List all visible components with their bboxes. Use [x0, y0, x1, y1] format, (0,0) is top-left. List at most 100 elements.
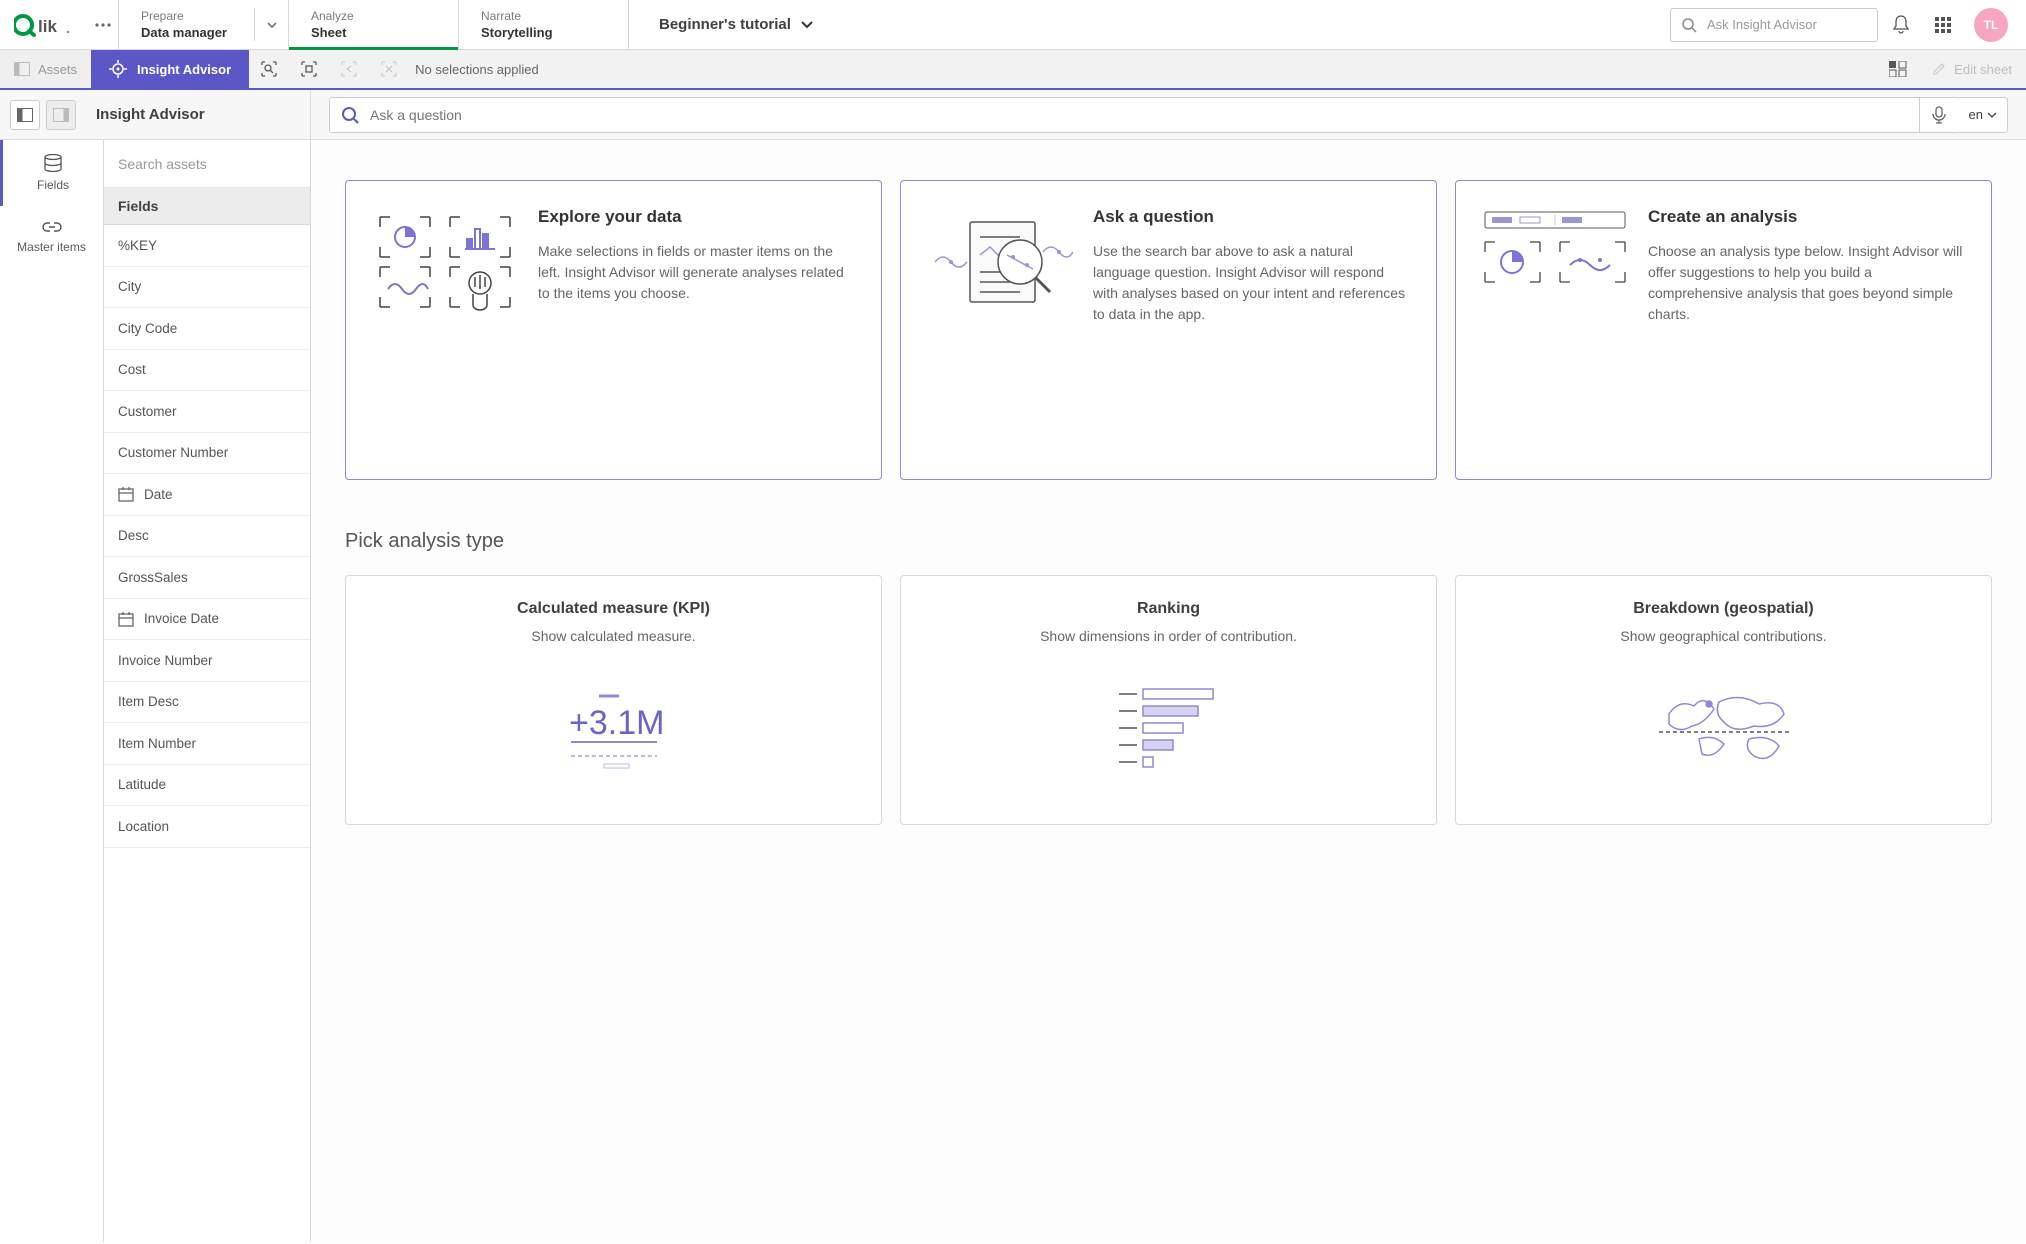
assets-panel: Search assets Fields %KEYCityCity CodeCo…: [104, 140, 311, 1242]
step-back-button: [329, 50, 369, 88]
explore-illustration: [370, 207, 520, 317]
card-title: Create an analysis: [1648, 207, 1967, 227]
intro-cards-row: Explore your data Make selections in fie…: [345, 180, 1992, 480]
asset-item[interactable]: City: [104, 267, 310, 309]
search-icon: [330, 106, 370, 124]
asset-item[interactable]: City Code: [104, 308, 310, 350]
assets-toggle[interactable]: Assets: [0, 50, 91, 88]
user-avatar[interactable]: TL: [1974, 8, 2008, 42]
topbar-search[interactable]: Ask Insight Advisor: [1670, 8, 1878, 42]
nav-tab-sub: Data manager: [141, 25, 238, 40]
asset-item-label: Cost: [118, 362, 146, 377]
asset-item-label: GrossSales: [118, 570, 188, 585]
card-body: Choose an analysis type below. Insight A…: [1648, 241, 1967, 325]
selections-tool-button[interactable]: [289, 50, 329, 88]
atype-desc: Show calculated measure.: [366, 628, 861, 644]
analysis-type-ranking[interactable]: Ranking Show dimensions in order of cont…: [900, 575, 1437, 825]
asset-item[interactable]: GrossSales: [104, 557, 310, 599]
geo-illustration: [1476, 674, 1971, 784]
more-menu-button[interactable]: [88, 0, 118, 49]
asset-item[interactable]: Customer: [104, 391, 310, 433]
asset-item-label: Invoice Number: [118, 653, 213, 668]
ask-illustration: [925, 207, 1075, 317]
asset-item-label: Item Desc: [118, 694, 179, 709]
pencil-icon: [1932, 62, 1946, 76]
top-bar: lik Prepare Data manager Analyze Sheet N…: [0, 0, 2026, 50]
sheet-navigator-button[interactable]: [1878, 50, 1918, 88]
topbar-search-placeholder: Ask Insight Advisor: [1707, 17, 1817, 32]
asset-item[interactable]: %KEY: [104, 225, 310, 267]
ia-label: Insight Advisor: [137, 62, 231, 77]
question-input[interactable]: [370, 107, 1919, 123]
card-title: Explore your data: [538, 207, 857, 227]
selection-clear-icon: [380, 60, 398, 78]
insight-advisor-title: Insight Advisor: [86, 106, 223, 123]
asset-item-label: %KEY: [118, 238, 157, 253]
microphone-button[interactable]: [1919, 98, 1959, 132]
asset-item[interactable]: Invoice Date: [104, 599, 310, 641]
smart-search-button[interactable]: [249, 50, 289, 88]
asset-item[interactable]: Item Number: [104, 723, 310, 765]
analysis-type-geo[interactable]: Breakdown (geospatial) Show geographical…: [1455, 575, 1992, 825]
create-analysis-card[interactable]: Create an analysis Choose an analysis ty…: [1455, 180, 1992, 480]
edit-sheet-button: Edit sheet: [1918, 50, 2026, 88]
link-icon: [42, 220, 62, 234]
asset-item[interactable]: Location: [104, 806, 310, 848]
main-area: Fields Master items Search assets Fields…: [0, 140, 2026, 1242]
master-items-tab[interactable]: Master items: [0, 206, 103, 268]
asset-item-label: Customer: [118, 404, 177, 419]
nav-tab-analyze[interactable]: Analyze Sheet: [288, 0, 458, 49]
assets-search-input[interactable]: Search assets: [104, 140, 310, 188]
right-panel-toggle[interactable]: [46, 100, 76, 130]
nav-tab-narrate[interactable]: Narrate Storytelling: [458, 0, 628, 49]
app-title-dropdown[interactable]: Beginner's tutorial: [629, 0, 1670, 49]
insight-advisor-button[interactable]: Insight Advisor: [91, 50, 249, 88]
asset-item-label: Latitude: [118, 777, 166, 792]
content-area: Explore your data Make selections in fie…: [311, 140, 2026, 1242]
assets-list: %KEY City City Code Cost Customer Customer Nu…: [104, 225, 310, 1242]
analysis-type-row: Calculated measure (KPI) Show calculated…: [345, 575, 1992, 825]
asset-item[interactable]: Customer Number: [104, 433, 310, 475]
nav-tab-sup: Prepare: [141, 9, 238, 23]
asset-item[interactable]: Item Desc: [104, 682, 310, 724]
selection-bar: Assets Insight Advisor No selections app…: [0, 50, 2026, 90]
svg-text:+3.1M: +3.1M: [569, 704, 664, 742]
database-icon: [43, 154, 63, 172]
clear-selections-button: [369, 50, 409, 88]
assets-search-placeholder: Search assets: [118, 156, 207, 172]
master-tab-label: Master items: [17, 240, 86, 254]
asset-item[interactable]: Invoice Number: [104, 640, 310, 682]
asset-category-tabs: Fields Master items: [0, 140, 104, 1242]
sheets-icon: [1889, 61, 1907, 77]
asset-item[interactable]: Desc: [104, 516, 310, 558]
avatar-initials: TL: [1984, 18, 1999, 32]
asset-item-label: Invoice Date: [144, 611, 219, 626]
nav-tab-prepare[interactable]: Prepare Data manager: [118, 0, 288, 49]
asset-item[interactable]: Date: [104, 474, 310, 516]
selections-icon: [300, 60, 318, 78]
explore-data-card[interactable]: Explore your data Make selections in fie…: [345, 180, 882, 480]
asset-item-label: City: [118, 279, 141, 294]
app-launcher-button[interactable]: [1924, 6, 1962, 44]
fields-tab[interactable]: Fields: [0, 140, 103, 206]
ask-question-card[interactable]: Ask a question Use the search bar above …: [900, 180, 1437, 480]
nav-tab-sub: Sheet: [311, 25, 436, 40]
nav-tabs: Prepare Data manager Analyze Sheet Narra…: [118, 0, 629, 49]
qlik-logo[interactable]: lik: [0, 0, 88, 49]
card-title: Ask a question: [1093, 207, 1412, 227]
panel-left-icon: [17, 108, 33, 122]
topbar-right-tools: Ask Insight Advisor TL: [1670, 0, 2026, 49]
kpi-illustration: +3.1M: [366, 674, 861, 784]
svg-text:lik: lik: [38, 17, 57, 36]
nav-tab-sup: Analyze: [311, 9, 436, 23]
asset-item[interactable]: Latitude: [104, 765, 310, 807]
assets-label: Assets: [38, 62, 77, 77]
analysis-type-kpi[interactable]: Calculated measure (KPI) Show calculated…: [345, 575, 882, 825]
card-body: Make selections in fields or master item…: [538, 241, 857, 304]
panel-icon: [14, 62, 30, 76]
nav-tab-dropdown[interactable]: [254, 8, 288, 41]
left-panel-toggle[interactable]: [10, 100, 40, 130]
asset-item[interactable]: Cost: [104, 350, 310, 392]
notifications-button[interactable]: [1882, 6, 1920, 44]
language-selector[interactable]: en: [1959, 97, 2008, 133]
